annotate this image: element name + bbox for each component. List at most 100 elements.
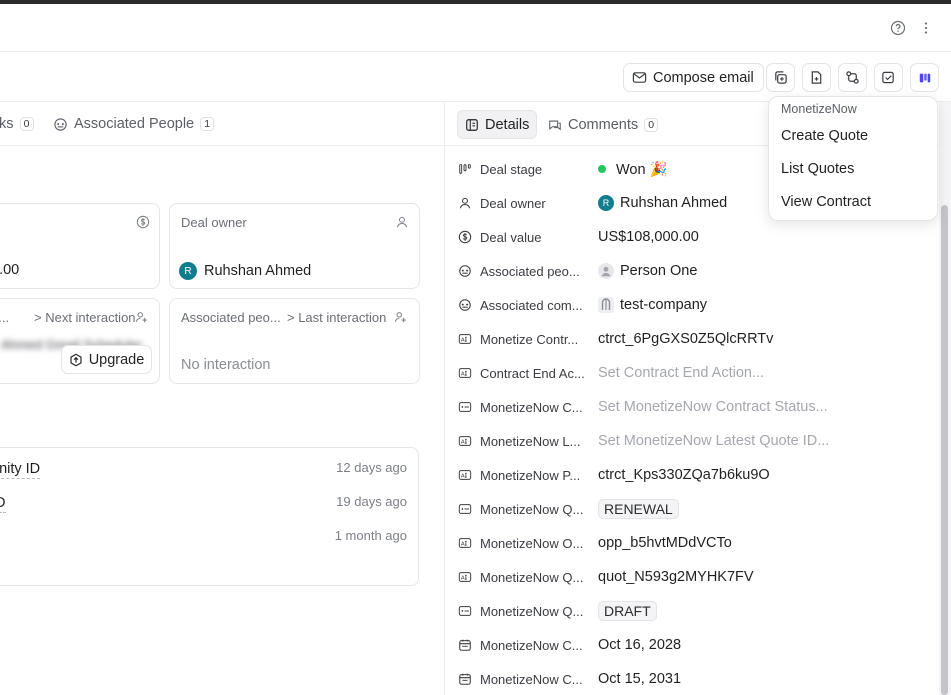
field-value[interactable]: Set MonetizeNow Latest Quote ID... (598, 433, 829, 449)
field-value-text: Set Contract End Action... (598, 365, 765, 381)
svg-text:A: A (461, 541, 465, 547)
field-label-text: MonetizeNow Q... (480, 569, 584, 585)
deal-owner-card[interactable]: Deal owner R Ruhshan Ahmed (169, 203, 420, 289)
field-value[interactable]: Won 🎉 (598, 161, 668, 178)
field-value[interactable]: quot_N593g2MYHK7FV (598, 569, 754, 585)
compose-email-button[interactable]: Compose email (623, 63, 764, 92)
task-check-icon (882, 71, 894, 84)
field-value[interactable]: ctrct_6PgGXS0Z5QlcRRTv (598, 331, 773, 347)
field-row[interactable]: MonetizeNow C... Oct 15, 2031 (445, 662, 935, 695)
field-label: Deal stage (458, 162, 542, 177)
field-row[interactable]: A MonetizeNow O... opp_b5hvtMDdVCTo (445, 526, 935, 560)
select-field-icon (458, 606, 472, 616)
new-note-button[interactable] (802, 63, 831, 92)
deal-owner-chip[interactable]: R Ruhshan Ahmed (179, 262, 311, 280)
field-row[interactable]: A Monetize Contr... ctrct_6PgGXS0Z5QlcRRTv (445, 322, 935, 356)
field-row[interactable]: Deal value US$108,000.00 (445, 220, 935, 254)
comments-icon (549, 120, 561, 130)
add-task-button[interactable] (874, 63, 903, 92)
activity-time: 19 days ago (336, 494, 407, 509)
left-panel: ks 0 Associated People 1 0.00 Deal owner… (0, 102, 444, 695)
field-value[interactable]: Person One (598, 263, 697, 279)
field-value[interactable]: opp_b5hvtMDdVCTo (598, 535, 732, 551)
list-item[interactable]: 1 month ago (0, 528, 420, 548)
tab-tasks[interactable]: ks 0 (0, 116, 34, 132)
tab-details[interactable]: Details (457, 110, 538, 139)
list-item[interactable]: ID 19 days ago (0, 494, 420, 514)
monetizenow-app-button[interactable] (910, 63, 939, 92)
field-row[interactable]: A MonetizeNow Q... quot_N593g2MYHK7FV (445, 560, 935, 594)
field-value[interactable]: Set Contract End Action... (598, 365, 764, 381)
workflow-button[interactable] (838, 63, 867, 92)
tab-associated-people-label: Associated People (74, 116, 195, 132)
field-value[interactable]: test-company (598, 297, 707, 313)
more-options-icon[interactable] (918, 20, 934, 36)
last-interaction-card[interactable]: Associated peo... > Last interaction No … (169, 298, 420, 384)
field-label: A MonetizeNow O... (458, 536, 583, 551)
menu-item-list-quotes[interactable]: List Quotes (781, 161, 854, 177)
field-row[interactable]: MonetizeNow C... Set MonetizeNow Contract… (445, 390, 935, 424)
field-label-text: Deal stage (480, 161, 543, 177)
dropdown-header: MonetizeNow (781, 102, 857, 116)
field-value-text: Set MonetizeNow Contract Status... (598, 399, 828, 415)
deal-owner-name: Ruhshan Ahmed (204, 263, 312, 279)
svg-text:A: A (461, 575, 465, 581)
field-label-text: MonetizeNow C... (480, 671, 583, 687)
field-row[interactable]: A Contract End Ac... Set Contract End Acti… (445, 356, 935, 390)
field-label: MonetizeNow C... (458, 638, 583, 653)
link-people-icon (459, 265, 471, 277)
copy-record-button[interactable] (766, 63, 795, 92)
field-value[interactable]: R Ruhshan Ahmed (598, 195, 727, 211)
field-row[interactable]: MonetizeNow Q... RENEWAL (445, 492, 935, 526)
list-item[interactable]: unity ID 12 days ago (0, 460, 420, 480)
field-label: A Contract End Ac... (458, 366, 585, 381)
field-value[interactable]: Set MonetizeNow Contract Status... (598, 399, 828, 415)
menu-item-view-contract[interactable]: View Contract (781, 194, 871, 210)
svg-text:A: A (461, 371, 465, 377)
field-value[interactable]: RENEWAL (598, 499, 679, 519)
field-row[interactable]: MonetizeNow Q... DRAFT (445, 594, 935, 628)
field-label-text: Associated com... (480, 297, 583, 313)
field-value[interactable]: US$108,000.00 (598, 229, 699, 245)
activity-title[interactable]: unity ID (0, 460, 41, 479)
field-value[interactable]: ctrct_Kps330ZQa7b6ku9O (598, 467, 770, 483)
field-label-text: Contract End Ac... (480, 365, 585, 381)
top-bar (0, 4, 951, 52)
copy-add-icon (775, 71, 787, 84)
tab-associated-people-count: 1 (200, 117, 215, 131)
left-tabs: ks 0 Associated People 1 (0, 102, 444, 146)
field-row[interactable]: A MonetizeNow P... ctrct_Kps330ZQa7b6ku9O (445, 458, 935, 492)
activity-title[interactable]: ID (0, 494, 6, 513)
field-label: MonetizeNow C... (458, 672, 583, 687)
field-value[interactable]: Oct 15, 2031 (598, 671, 681, 687)
help-icon[interactable] (890, 20, 906, 36)
deal-value-card[interactable]: 0.00 (0, 203, 160, 289)
field-value[interactable]: Oct 16, 2028 (598, 637, 681, 653)
upgrade-button[interactable]: Upgrade (61, 345, 152, 374)
tab-comments[interactable]: Comments 0 (541, 110, 665, 139)
field-value[interactable]: DRAFT (598, 601, 657, 621)
next-interaction-prefix: e... (0, 310, 10, 325)
assoc-people-card-label: Associated peo... (181, 310, 281, 325)
select-field-icon (458, 402, 472, 412)
field-value-text: RENEWAL (598, 499, 679, 519)
avatar: R (179, 262, 197, 280)
tab-associated-people[interactable]: Associated People 1 (53, 116, 215, 132)
monetizenow-logo-icon (919, 73, 930, 82)
field-row[interactable]: MonetizeNow C... Oct 16, 2028 (445, 628, 935, 662)
tab-tasks-label: ks (0, 116, 14, 132)
currency-icon (136, 215, 150, 229)
activity-time: 1 month ago (334, 528, 407, 543)
field-label-text: MonetizeNow O... (480, 535, 584, 551)
field-row[interactable]: Associated com... test-company (445, 288, 935, 322)
field-label: A MonetizeNow L... (458, 434, 580, 449)
field-row[interactable]: A MonetizeNow L... Set MonetizeNow Latest … (445, 424, 935, 458)
field-label: Associated peo... (458, 264, 580, 279)
svg-text:A: A (461, 439, 465, 445)
currency-icon (458, 230, 472, 244)
field-row[interactable]: Associated peo... Person One (445, 254, 935, 288)
menu-item-create-quote[interactable]: Create Quote (781, 128, 868, 144)
scrollbar-thumb[interactable] (941, 205, 948, 695)
field-label-text: MonetizeNow C... (480, 637, 583, 653)
field-value-text: ctrct_6PgGXS0Z5QlcRRTv (598, 331, 774, 347)
